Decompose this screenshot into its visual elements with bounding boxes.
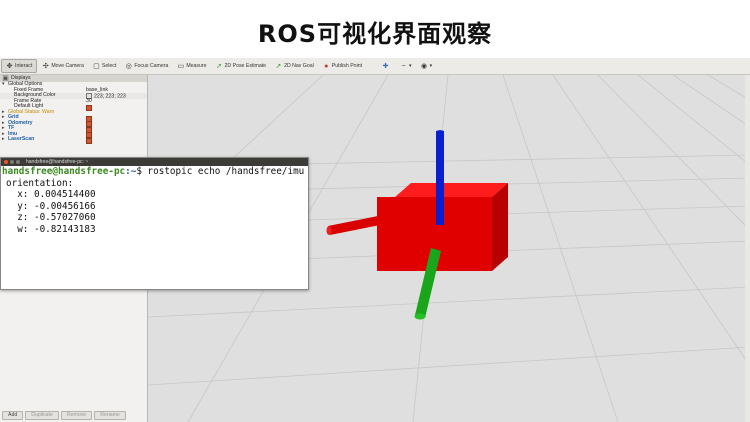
display-item-laserscan[interactable]: ▸ LaserScan xyxy=(0,136,147,144)
tool-nav-goal[interactable]: ➚ 2D Nav Goal xyxy=(271,60,318,72)
tool-label: 2D Nav Goal xyxy=(284,63,314,69)
minus-icon: − xyxy=(401,62,406,70)
remove-button[interactable]: Remove xyxy=(60,411,93,420)
terminal-command-line: handsfree@handsfree-pc:~$ rostopic echo … xyxy=(2,166,308,178)
prompt-path: :~ xyxy=(125,166,137,177)
tool-pose-estimate[interactable]: ➚ 2D Pose Estimate xyxy=(212,60,271,72)
view-options-button[interactable]: ◉ ▾ xyxy=(417,60,437,72)
publish-point-icon: ● xyxy=(324,62,329,70)
output-line: z: -0.57027060 xyxy=(6,212,96,223)
close-icon[interactable] xyxy=(4,160,8,164)
measure-icon: ▭ xyxy=(177,62,185,70)
tool-measure[interactable]: ▭ Measure xyxy=(173,60,210,72)
minimize-icon[interactable] xyxy=(10,160,14,164)
tool-select[interactable]: ▢ Select xyxy=(89,60,120,72)
tool-label: 2D Pose Estimate xyxy=(224,63,267,69)
tool-label: Interact xyxy=(15,63,33,69)
maximize-icon[interactable] xyxy=(16,160,20,164)
add-button[interactable]: Add xyxy=(2,411,24,420)
displays-buttons: Add Duplicate Remove Rename xyxy=(0,411,149,420)
terminal-command: $ rostopic echo /handsfree/imu xyxy=(136,166,305,177)
viewport-scrollbar[interactable] xyxy=(745,75,750,422)
eye-icon: ◉ xyxy=(421,62,428,70)
expand-arrow-icon: ▸ xyxy=(2,136,5,142)
display-item-label: LaserScan xyxy=(8,136,35,142)
tool-label: Select xyxy=(101,63,117,69)
rviz-toolbar: ✥ Interact ✣ Move Camera ▢ Select ◎ Focu… xyxy=(0,58,750,75)
add-tool-button[interactable]: ✚ xyxy=(378,60,395,72)
move-camera-icon: ✣ xyxy=(42,62,49,70)
tool-move-camera[interactable]: ✣ Move Camera xyxy=(38,60,88,72)
terminal-title: handsfree@handsfree-pc: ~ xyxy=(26,159,89,165)
plus-icon: ✚ xyxy=(382,62,389,70)
remove-tool-button[interactable]: − ▾ xyxy=(396,60,416,72)
terminal-window: handsfree@handsfree-pc: ~ handsfree@hand… xyxy=(0,157,309,290)
prompt-user: handsfree@handsfree-pc xyxy=(2,166,126,177)
terminal-body[interactable]: handsfree@handsfree-pc:~$ rostopic echo … xyxy=(1,166,308,235)
slide-title: ROS可视化界面观察 xyxy=(257,20,493,48)
output-line: y: -0.00456166 xyxy=(6,200,96,212)
tool-interact[interactable]: ✥ Interact xyxy=(1,59,38,73)
displays-tree: ▾ Global Options Fixed Frame base_link B… xyxy=(0,81,147,144)
select-icon: ▢ xyxy=(93,62,100,70)
nav-goal-icon: ➚ xyxy=(275,62,282,70)
interact-icon: ✥ xyxy=(6,62,13,70)
output-line: orientation: xyxy=(6,177,74,189)
focus-camera-icon: ◎ xyxy=(125,62,132,70)
tool-focus-camera[interactable]: ◎ Focus Camera xyxy=(121,60,172,72)
duplicate-button[interactable]: Duplicate xyxy=(25,411,59,420)
tool-label: Move Camera xyxy=(51,63,84,69)
rename-button[interactable]: Rename xyxy=(94,411,126,420)
tool-publish-point[interactable]: ● Publish Point xyxy=(319,60,366,72)
terminal-titlebar: handsfree@handsfree-pc: ~ xyxy=(1,158,308,166)
laserscan-checkbox[interactable] xyxy=(86,137,92,144)
terminal-output: orientation: x: 0.004514400 y: -0.004561… xyxy=(2,178,308,236)
tool-label: Focus Camera xyxy=(134,63,169,69)
tool-label: Publish Point xyxy=(331,63,363,69)
output-line: x: 0.004514400 xyxy=(6,189,96,200)
tool-label: Measure xyxy=(186,63,207,69)
output-line: w: -0.82143183 xyxy=(6,223,96,235)
pose-estimate-icon: ➚ xyxy=(216,62,222,70)
